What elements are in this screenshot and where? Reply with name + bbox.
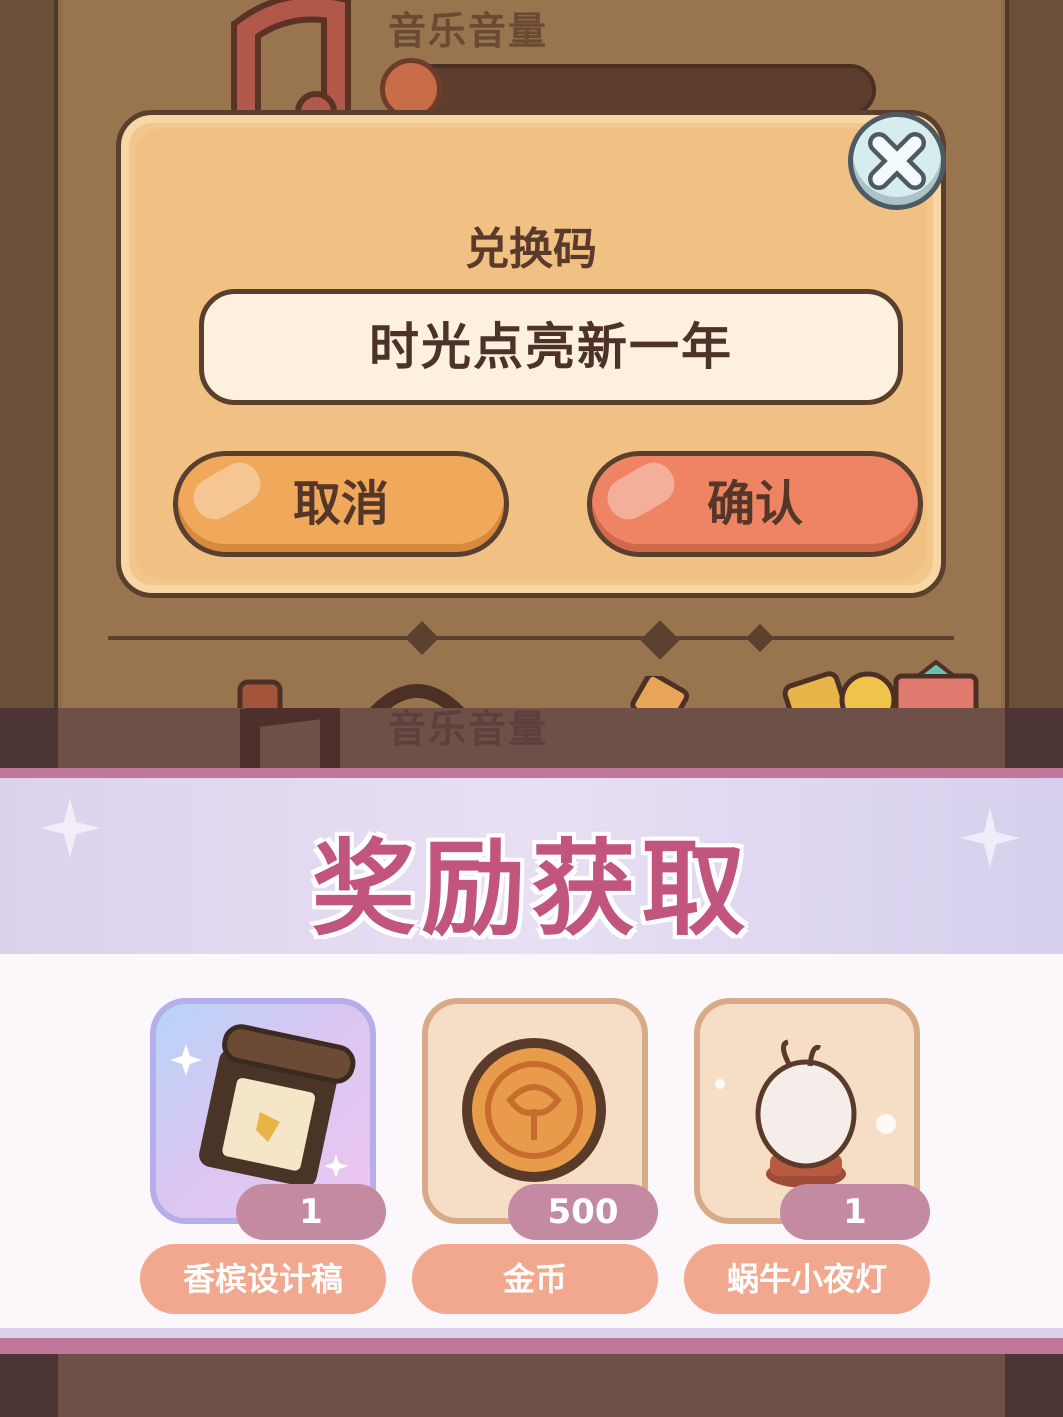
reward-name: 蜗牛小夜灯	[684, 1244, 930, 1314]
headphone-icon	[370, 684, 464, 708]
reward-list: 1 香槟设计稿 500 金币 1 蜗牛小夜灯	[0, 954, 1063, 1338]
divider	[108, 636, 954, 640]
left-frame	[0, 0, 58, 708]
reward-screen: 音乐音量 奖励获取 1 香槟设计稿 500 金币 1 蜗牛小夜灯	[0, 708, 1063, 1417]
cancel-button-label: 取消	[292, 476, 389, 532]
reward-title: 奖励获取	[311, 828, 752, 950]
music-volume-label: 音乐音量	[388, 708, 549, 751]
pencil-icon	[630, 676, 690, 708]
music-volume-label: 音乐音量	[388, 9, 549, 53]
dialog-title: 兑换码	[465, 224, 597, 275]
dialog-inner: 兑换码 时光点亮新一年 取消 确认	[135, 129, 927, 579]
right-frame	[1005, 0, 1063, 708]
reward-bottom-strip	[0, 1338, 1063, 1354]
settings-screen: 音乐音量 兑换码 时光点亮新一年 取消 确认	[0, 0, 1063, 708]
redeem-code-dialog: 兑换码 时光点亮新一年 取消 确认	[116, 110, 946, 598]
button-shine	[186, 456, 268, 527]
bottle-icon	[237, 679, 283, 708]
reward-name: 金币	[412, 1244, 658, 1314]
reward-count-badge: 1	[236, 1184, 386, 1240]
gift-pile-icon	[782, 660, 979, 708]
close-button[interactable]	[848, 112, 946, 210]
reward-header: 奖励获取	[0, 768, 1063, 954]
reward-count-badge: 1	[780, 1184, 930, 1240]
cancel-button[interactable]: 取消	[173, 451, 509, 557]
redeem-code-input[interactable]: 时光点亮新一年	[199, 289, 903, 405]
button-shine	[600, 456, 682, 527]
reward-count-badge: 500	[508, 1184, 658, 1240]
close-icon	[868, 132, 926, 190]
confirm-button[interactable]: 确认	[587, 451, 923, 557]
music-volume-slider[interactable]	[386, 64, 876, 116]
reward-name: 香槟设计稿	[140, 1244, 386, 1314]
music-note-icon	[240, 708, 340, 768]
confirm-button-label: 确认	[706, 476, 803, 532]
